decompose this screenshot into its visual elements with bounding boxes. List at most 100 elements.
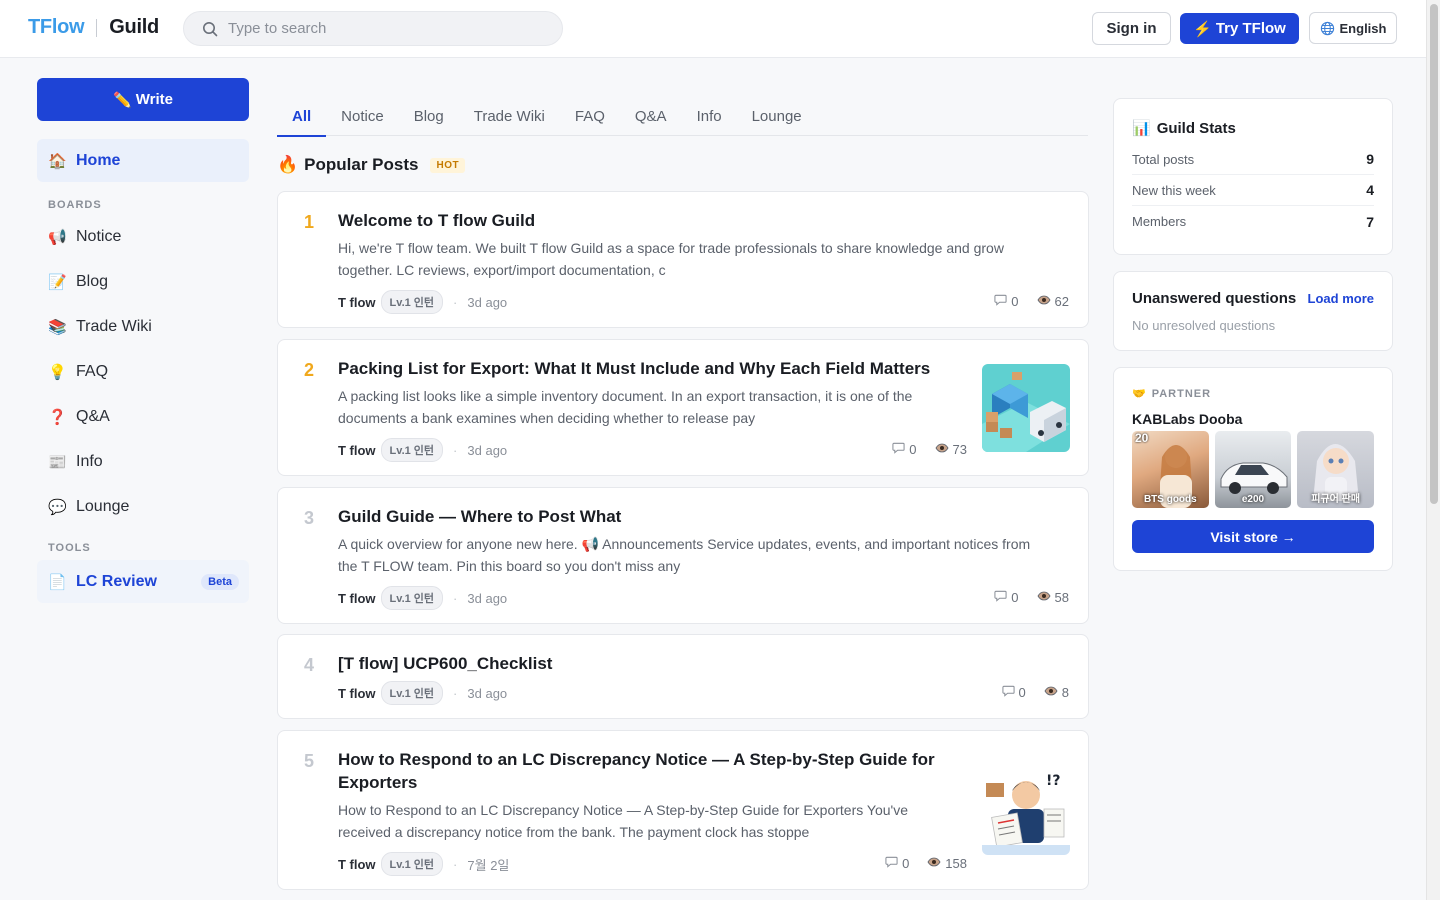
search-input[interactable]	[228, 20, 528, 37]
post-author[interactable]: T flow	[338, 857, 376, 872]
stat-value: 7	[1366, 213, 1374, 230]
author-level-badge: Lv.1 인턴	[380, 852, 444, 876]
comment-icon	[1001, 684, 1015, 700]
post-stats: 0 62	[994, 293, 1069, 309]
stat-row: Total posts 9	[1132, 144, 1374, 175]
logo[interactable]: TFlow Guild	[28, 16, 159, 39]
unanswered-questions-card: Unanswered questions Load more No unreso…	[1113, 271, 1393, 351]
post-rank: 2	[304, 360, 315, 380]
author-level-badge: Lv.1 인턴	[380, 586, 444, 610]
post-rank: 4	[304, 655, 315, 675]
post-title[interactable]: Packing List for Export: What It Must In…	[338, 357, 930, 380]
post-card[interactable]: 5 How to Respond to an LC Discrepancy No…	[277, 730, 1089, 890]
tab-faq[interactable]: FAQ	[560, 98, 620, 136]
eye-icon	[1037, 590, 1051, 605]
partner-card: 🤝 PARTNER KABLabs Dooba 20 BTS goods e20…	[1113, 367, 1393, 571]
sign-in-button[interactable]: Sign in	[1092, 12, 1171, 45]
beta-badge: Beta	[201, 573, 239, 590]
tab-info[interactable]: Info	[682, 98, 737, 136]
post-time: 7월 2일	[467, 857, 510, 873]
view-count: 58	[1054, 589, 1069, 605]
comment-icon	[885, 855, 898, 871]
guild-stats-heading: 📊 Guild Stats	[1132, 119, 1374, 138]
partner-product[interactable]: 20 BTS goods	[1132, 431, 1209, 508]
stat-row: New this week 4	[1132, 175, 1374, 206]
visit-store-button[interactable]: Visit store →	[1132, 520, 1374, 553]
question-icon: ❓	[48, 408, 67, 426]
sidebar-item-home[interactable]: 🏠 Home	[37, 139, 249, 182]
post-title[interactable]: [T flow] UCP600_Checklist	[338, 652, 552, 675]
sidebar-item-lounge[interactable]: 💬 Lounge	[37, 485, 249, 528]
post-author[interactable]: T flow	[338, 443, 376, 458]
post-thumbnail[interactable]: !?	[982, 769, 1070, 855]
write-button[interactable]: ✏️ Write	[37, 78, 249, 121]
post-time: 3d ago	[467, 294, 508, 310]
post-excerpt: Hi, we're T flow team. We built T flow G…	[338, 237, 1058, 281]
stat-row: Members 7	[1132, 206, 1374, 237]
post-author[interactable]: T flow	[338, 591, 376, 606]
tab-trade-wiki[interactable]: Trade Wiki	[459, 98, 560, 136]
post-excerpt-line: How to Respond to an LC Discrepancy Noti…	[338, 802, 908, 818]
post-excerpt-line: together. LC reviews, export/import docu…	[338, 262, 666, 278]
sidebar-item-notice[interactable]: 📢 Notice	[37, 215, 249, 258]
post-author[interactable]: T flow	[338, 295, 376, 310]
sidebar-item-blog[interactable]: 📝 Blog	[37, 260, 249, 303]
search-icon	[203, 22, 218, 37]
language-button[interactable]: English	[1309, 12, 1397, 44]
stat-value: 4	[1366, 182, 1374, 198]
post-meta: T flow Lv.1 인턴 · 3d ago	[338, 586, 507, 610]
search-bar[interactable]	[183, 11, 563, 46]
fire-icon: 🔥	[277, 155, 299, 174]
tab-all[interactable]: All	[277, 98, 327, 137]
svg-text:!?: !?	[1046, 773, 1061, 789]
try-tflow-button[interactable]: ⚡ Try TFlow	[1180, 13, 1299, 44]
post-meta: T flow Lv.1 인턴 · 3d ago	[338, 438, 507, 462]
post-card[interactable]: 2 Packing List for Export: What It Must …	[277, 339, 1089, 476]
stat-label: New this week	[1132, 182, 1216, 198]
document-icon: 📄	[48, 573, 67, 591]
post-title[interactable]: Welcome to T flow Guild	[338, 209, 535, 232]
boards-list: 📢 Notice 📝 Blog 📚 Trade Wiki 💡 FAQ ❓ Q&A 📰 Info 💬 Lou…	[37, 215, 249, 528]
partner-product[interactable]: e200	[1214, 431, 1292, 508]
post-title[interactable]: Guild Guide — Where to Post What	[338, 505, 621, 528]
partner-store-name[interactable]: KABLabs Dooba	[1132, 411, 1374, 427]
memo-icon: 📝	[48, 273, 67, 291]
guild-stats-card: 📊 Guild Stats Total posts 9 New this week 4…	[1113, 98, 1393, 255]
tab-q-a[interactable]: Q&A	[620, 98, 682, 136]
partner-label-text: PARTNER	[1151, 387, 1212, 400]
post-title[interactable]: How to Respond to an LC Discrepancy Noti…	[338, 748, 958, 794]
eye-icon	[935, 442, 949, 457]
sidebar-item-faq[interactable]: 💡 FAQ	[37, 350, 249, 393]
logo-tflow: TFlow	[28, 16, 85, 38]
tab-lounge[interactable]: Lounge	[737, 98, 817, 136]
post-meta: T flow Lv.1 인턴 · 3d ago	[338, 290, 507, 314]
comment-count: 0	[1018, 684, 1026, 700]
post-card[interactable]: 3 Guild Guide — Where to Post What A qui…	[277, 487, 1089, 624]
load-more-link[interactable]: Load more	[1308, 291, 1374, 306]
post-card[interactable]: 1 Welcome to T flow Guild Hi, we're T fl…	[277, 191, 1089, 328]
view-count: 158	[945, 855, 967, 871]
post-thumbnail[interactable]	[982, 364, 1070, 452]
scrollbar-thumb[interactable]	[1430, 4, 1438, 504]
post-card[interactable]: 4 [T flow] UCP600_Checklist T flow Lv.1 …	[277, 634, 1089, 719]
lightbulb-icon: 💡	[48, 363, 67, 381]
tab-blog[interactable]: Blog	[399, 98, 459, 136]
post-author[interactable]: T flow	[338, 686, 376, 701]
sidebar-item-lc-review[interactable]: 📄 LC Review Beta	[37, 560, 249, 603]
sidebar-item-info[interactable]: 📰 Info	[37, 440, 249, 483]
post-time: 3d ago	[467, 442, 508, 458]
language-label: English	[1339, 20, 1387, 36]
post-excerpt: How to Respond to an LC Discrepancy Noti…	[338, 799, 958, 843]
author-level-badge: Lv.1 인턴	[380, 438, 444, 462]
try-tflow-label: Try TFlow	[1215, 20, 1286, 37]
view-count: 62	[1054, 293, 1069, 309]
page-scrollbar[interactable]	[1426, 0, 1440, 900]
tab-notice[interactable]: Notice	[326, 98, 399, 136]
write-label: Write	[135, 91, 173, 108]
author-level-badge: Lv.1 인턴	[380, 290, 444, 314]
post-rank: 5	[304, 751, 315, 771]
sidebar-item-label: FAQ	[76, 362, 109, 380]
partner-product[interactable]: 피규어 판매	[1297, 431, 1375, 508]
sidebar-item-trade-wiki[interactable]: 📚 Trade Wiki	[37, 305, 249, 348]
sidebar-item-q-a[interactable]: ❓ Q&A	[37, 395, 249, 438]
